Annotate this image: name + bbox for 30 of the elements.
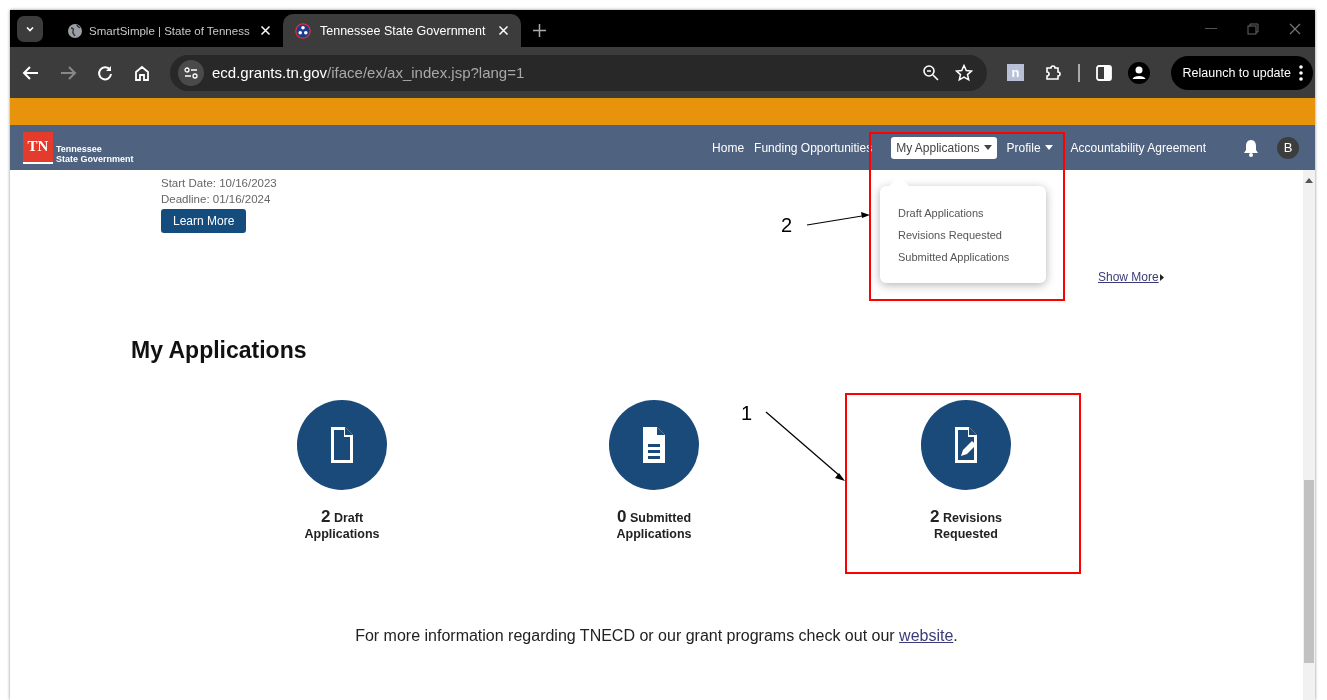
start-date: Start Date: 10/16/2023 <box>161 176 277 191</box>
browser-tab[interactable]: Tennessee State Government <box>283 14 521 47</box>
tile-label: Requested <box>934 527 998 541</box>
nav-link[interactable]: Accountability Agreement <box>1065 136 1211 159</box>
tile-label: 2 Revisions <box>930 507 1002 527</box>
address-bar[interactable]: ecd.grants.tn.gov/iface/ex/ax_index.jsp?lang=1 <box>170 54 987 91</box>
avatar[interactable]: B <box>1277 136 1299 159</box>
menu-item[interactable]: Draft Applications <box>898 205 1046 221</box>
nav-link[interactable]: Home <box>707 136 750 159</box>
footer-text: For more information regarding TNECD or our grant programs check out our website. <box>354 627 959 645</box>
tile-label: 0 Submitted <box>616 507 692 527</box>
show-more-link[interactable]: Show More <box>1098 270 1164 284</box>
callout-number: 1 <box>741 402 753 425</box>
logo-text[interactable]: State Government <box>56 153 134 164</box>
tile-label: Applications <box>304 527 380 541</box>
logo-text[interactable]: Tennessee <box>56 143 134 154</box>
menu-item[interactable]: Submitted Applications <box>898 249 1046 265</box>
browser-tab[interactable]: SmartSimple | State of Tenness <box>55 14 283 47</box>
tile-label: 2 Draft <box>320 507 364 527</box>
menu-item[interactable]: Revisions Requested <box>898 227 1046 243</box>
learn-more-button[interactable]: Learn More <box>161 209 247 233</box>
deadline: Deadline: 01/16/2024 <box>161 192 271 207</box>
tile-label: Applications <box>616 527 692 541</box>
nav-link[interactable]: Profile <box>1001 136 1058 159</box>
logo-badge[interactable]: TN <box>23 131 53 164</box>
relaunch-button[interactable]: Relaunch to update <box>1170 55 1313 90</box>
section-title: My Applications <box>131 337 308 364</box>
website-link[interactable]: website <box>899 627 954 644</box>
nav-link[interactable]: My Applications <box>891 136 997 159</box>
callout-number: 2 <box>781 214 793 237</box>
